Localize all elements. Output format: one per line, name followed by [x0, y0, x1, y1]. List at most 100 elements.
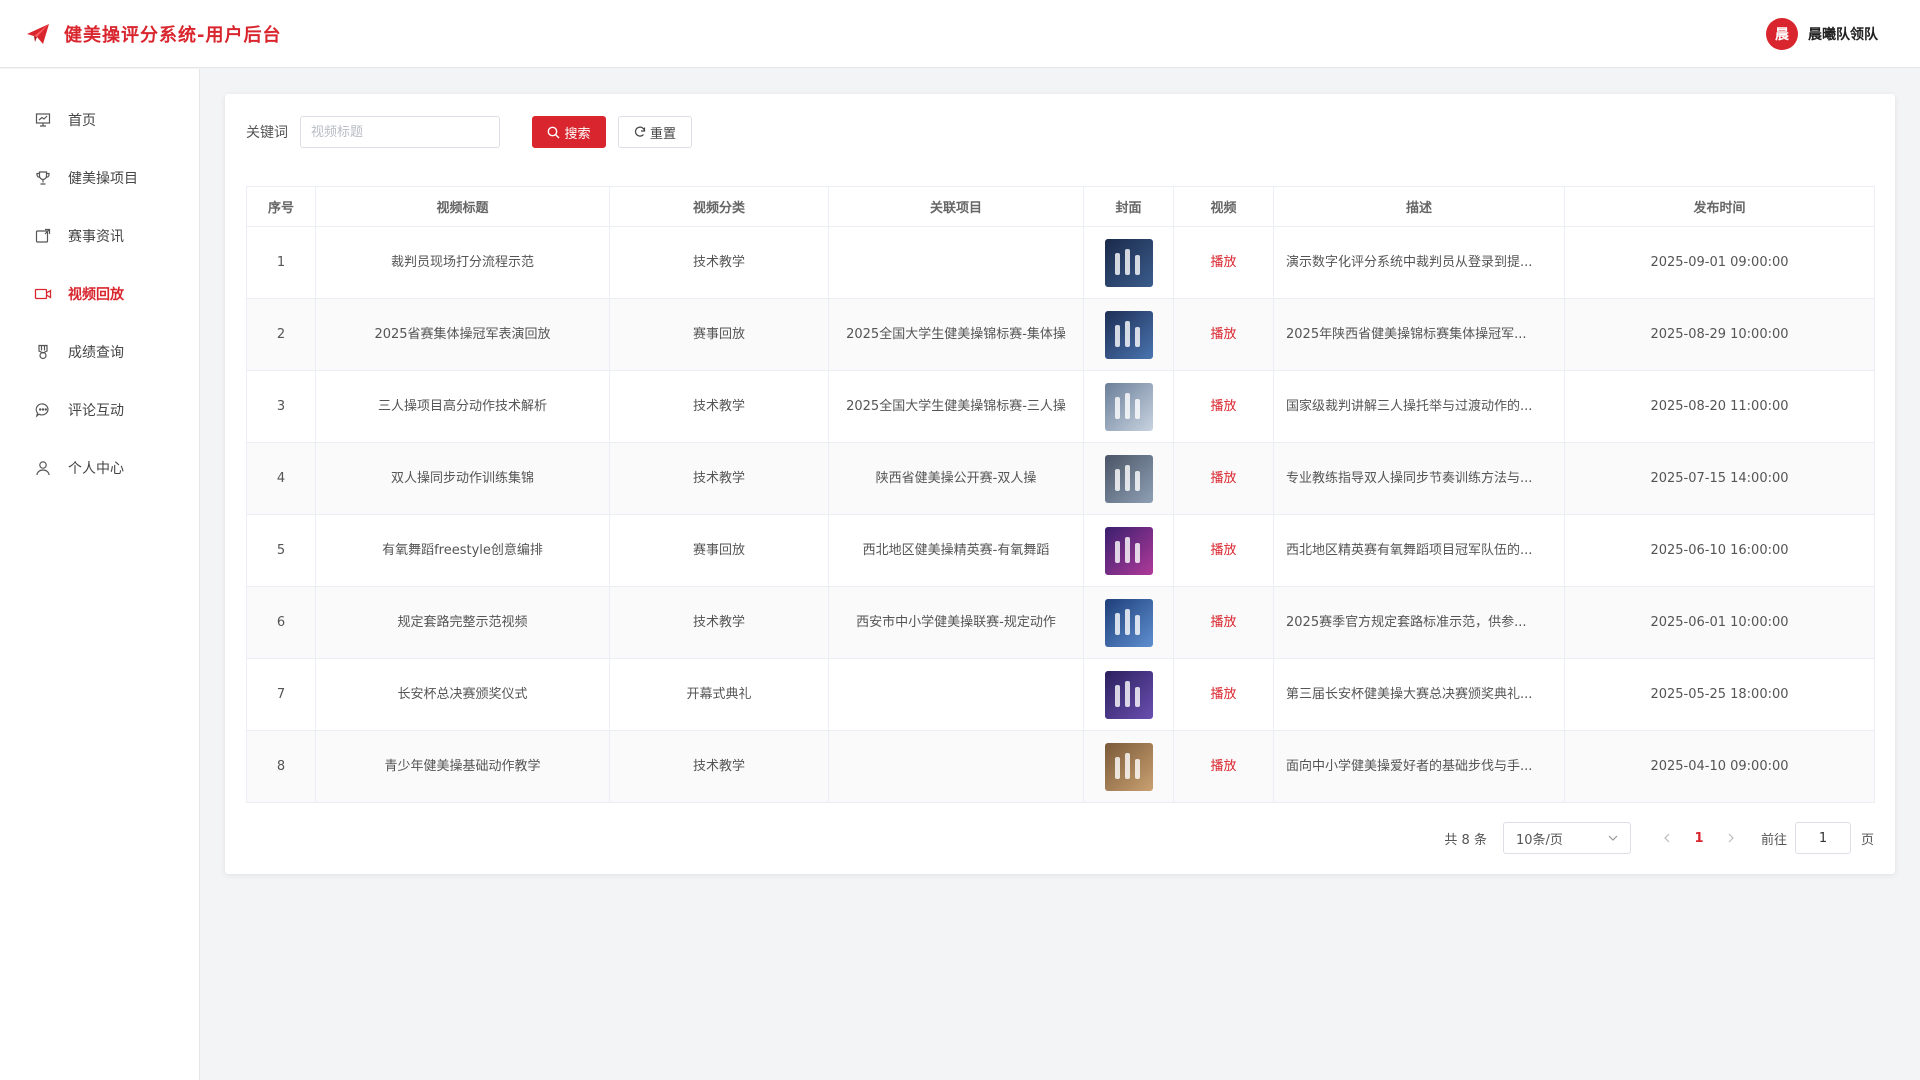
sidebar-item-projects[interactable]: 健美操项目 [0, 149, 199, 207]
cover-thumbnail[interactable] [1104, 310, 1153, 359]
play-link[interactable]: 播放 [1210, 615, 1236, 630]
main-content: 关键词 搜索 重置 序号 视频标题 视频分类 关联项目 封面 视频 描述 发布时… [225, 94, 1895, 874]
video-camera-icon [34, 285, 52, 303]
video-cell: 播放 [1173, 298, 1274, 371]
chat-icon [34, 401, 52, 419]
cover-thumbnail[interactable] [1104, 454, 1153, 503]
sidebar-item-label: 个人中心 [68, 461, 124, 477]
next-page-button[interactable] [1717, 824, 1745, 852]
sidebar-item-profile[interactable]: 个人中心 [0, 439, 199, 497]
related-project [828, 658, 1084, 731]
video-cell: 播放 [1173, 658, 1274, 731]
video-cell: 播放 [1173, 730, 1274, 803]
cover-cell [1083, 226, 1174, 299]
thumbnail-figure [1134, 254, 1140, 275]
sidebar-item-news[interactable]: 赛事资讯 [0, 207, 199, 265]
video-title: 双人操同步动作训练集锦 [315, 442, 610, 515]
related-project [828, 730, 1084, 803]
video-title: 有氧舞蹈freestyle创意编排 [315, 514, 610, 587]
table-header-row: 序号 视频标题 视频分类 关联项目 封面 视频 描述 发布时间 [246, 186, 1875, 227]
video-cell: 播放 [1173, 442, 1274, 515]
table-row: 1 裁判员现场打分流程示范 技术教学 播放 演示数字化评分系统中裁判员从登录到提... 2… [246, 226, 1875, 299]
pagination: 共 8 条 10条/页 1 前往 页 [1444, 822, 1874, 854]
table-row: 6 规定套路完整示范视频 技术教学 西安市中小学健美操联赛-规定动作 播放 2025赛季官… [246, 586, 1875, 659]
cover-thumbnail[interactable] [1104, 526, 1153, 575]
video-description: 2025年陕西省健美操锦标赛集体操冠军... [1273, 298, 1565, 371]
video-category: 赛事回放 [609, 514, 829, 587]
play-link[interactable]: 播放 [1210, 327, 1236, 342]
sidebar-item-home[interactable]: 首页 [0, 91, 199, 149]
play-link[interactable]: 播放 [1210, 687, 1236, 702]
sidebar-item-video-replay[interactable]: 视频回放 [0, 265, 199, 323]
row-index: 6 [246, 586, 316, 659]
row-index: 7 [246, 658, 316, 731]
thumbnail-figure [1114, 684, 1120, 707]
video-category: 技术教学 [609, 442, 829, 515]
keyword-label: 关键词 [246, 125, 288, 141]
search-icon [548, 126, 560, 138]
thumbnail-figure [1134, 614, 1140, 635]
video-cell: 播放 [1173, 370, 1274, 443]
cover-thumbnail[interactable] [1104, 382, 1153, 431]
table-row: 7 长安杯总决赛颁奖仪式 开幕式典礼 播放 第三届长安杯健美操大赛总决赛颁奖典礼... 2… [246, 658, 1875, 731]
goto-page-input[interactable] [1794, 822, 1851, 854]
sidebar-item-scores[interactable]: 成绩查询 [0, 323, 199, 381]
video-title: 长安杯总决赛颁奖仪式 [315, 658, 610, 731]
publish-time: 2025-07-15 14:00:00 [1564, 442, 1875, 515]
user-name[interactable]: 晨曦队领队 [1808, 24, 1878, 44]
prev-page-button[interactable] [1653, 824, 1681, 852]
video-cell: 播放 [1173, 586, 1274, 659]
sidebar-item-comments[interactable]: 评论互动 [0, 381, 199, 439]
video-description: 西北地区精英赛有氧舞蹈项目冠军队伍的... [1273, 514, 1565, 587]
play-link[interactable]: 播放 [1210, 399, 1236, 414]
table-body: 1 裁判员现场打分流程示范 技术教学 播放 演示数字化评分系统中裁判员从登录到提... 2… [246, 226, 1875, 803]
cover-thumbnail[interactable] [1104, 670, 1153, 719]
sidebar-item-label: 首页 [68, 113, 96, 129]
news-icon [34, 227, 52, 245]
table-row: 8 青少年健美操基础动作教学 技术教学 播放 面向中小学健美操爱好者的基础步伐与手...… [246, 730, 1875, 803]
thumbnail-figure [1124, 248, 1130, 275]
play-link[interactable]: 播放 [1210, 255, 1236, 270]
search-button[interactable]: 搜索 [532, 116, 606, 148]
page-size-value: 10条/页 [1515, 832, 1563, 848]
brand[interactable]: 健美操评分系统-用户后台 [26, 21, 281, 47]
page-size-select[interactable]: 10条/页 [1502, 822, 1631, 854]
publish-time: 2025-09-01 09:00:00 [1564, 226, 1875, 299]
cover-thumbnail[interactable] [1104, 742, 1153, 791]
play-link[interactable]: 播放 [1210, 543, 1236, 558]
video-category: 开幕式典礼 [609, 658, 829, 731]
thumbnail-figure [1124, 752, 1130, 779]
publish-time: 2025-08-29 10:00:00 [1564, 298, 1875, 371]
thumbnail-figure [1114, 468, 1120, 491]
video-description: 面向中小学健美操爱好者的基础步伐与手... [1273, 730, 1565, 803]
play-link[interactable]: 播放 [1210, 471, 1236, 486]
row-index: 5 [246, 514, 316, 587]
user-menu[interactable]: 晨 晨曦队领队 [1766, 17, 1894, 50]
cover-cell [1083, 442, 1174, 515]
publish-time: 2025-04-10 09:00:00 [1564, 730, 1875, 803]
thumbnail-figure [1134, 398, 1140, 419]
table-row: 5 有氧舞蹈freestyle创意编排 赛事回放 西北地区健美操精英赛-有氧舞蹈 播放 西… [246, 514, 1875, 587]
search-button-label: 搜索 [564, 126, 591, 142]
column-header: 视频 [1173, 186, 1274, 227]
cover-thumbnail[interactable] [1104, 238, 1153, 287]
thumbnail-figure [1114, 540, 1120, 563]
page-number-current[interactable]: 1 [1681, 824, 1717, 852]
avatar[interactable]: 晨 [1766, 17, 1798, 50]
video-title: 规定套路完整示范视频 [315, 586, 610, 659]
video-description: 2025赛季官方规定套路标准示范，供参... [1273, 586, 1565, 659]
sidebar: 首页 健美操项目 赛事资讯 视频回放 成绩查询 评论互动 个人中心 [0, 69, 200, 1080]
thumbnail-figure [1134, 470, 1140, 491]
play-link[interactable]: 播放 [1210, 759, 1236, 774]
paper-plane-icon [27, 23, 49, 44]
related-project: 西北地区健美操精英赛-有氧舞蹈 [828, 514, 1084, 587]
table-row: 3 三人操项目高分动作技术解析 技术教学 2025全国大学生健美操锦标赛-三人操 播放 国… [246, 370, 1875, 443]
chevron-down-icon [1608, 835, 1618, 841]
total-count: 共 8 条 [1444, 832, 1487, 848]
search-input[interactable] [300, 116, 500, 148]
cover-cell [1083, 586, 1174, 659]
cover-thumbnail[interactable] [1104, 598, 1153, 647]
cover-cell [1083, 370, 1174, 443]
reset-button[interactable]: 重置 [618, 116, 692, 148]
thumbnail-figure [1114, 396, 1120, 419]
